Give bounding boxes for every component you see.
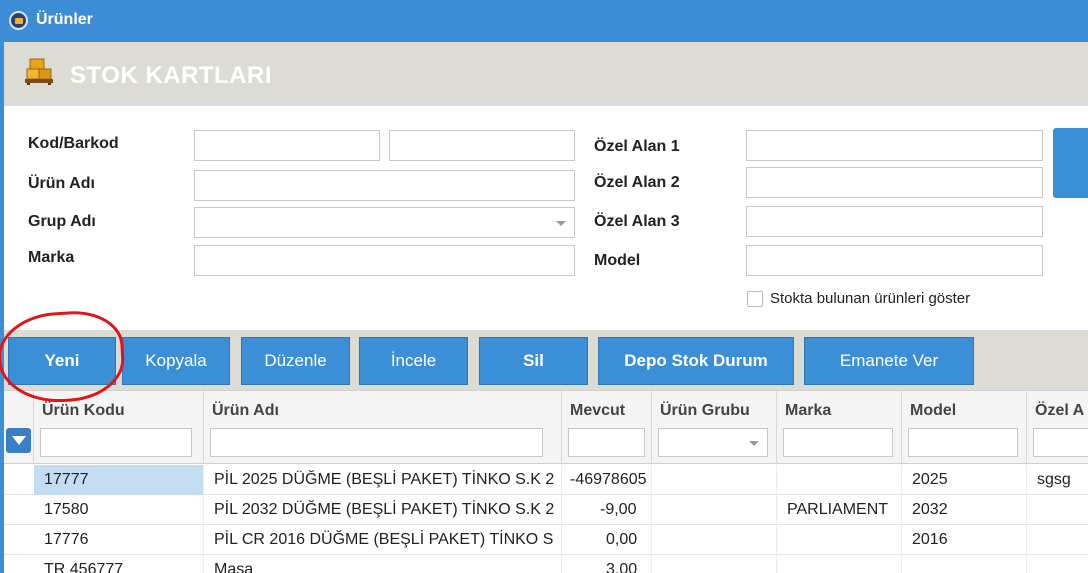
ozel-alan-1-input[interactable] (746, 130, 1043, 161)
cell-urun-grubu[interactable] (652, 555, 777, 573)
chevron-down-icon (749, 441, 759, 446)
marka-input[interactable] (194, 245, 575, 276)
cell-urun-adi[interactable]: PİL 2032 DÜĞME (BEŞLİ PAKET) TİNKO S.K 2 (204, 495, 562, 525)
duzenle-button[interactable]: Düzenle (241, 337, 350, 385)
search-button[interactable] (1053, 128, 1088, 198)
urun-adi-filter-input[interactable] (210, 428, 543, 457)
ozel-alan-3-label: Özel Alan 3 (594, 213, 680, 230)
app-icon (9, 11, 28, 30)
cell-ozel-alan[interactable] (1027, 525, 1088, 555)
kod-barkod-input-start[interactable] (194, 130, 380, 161)
col-urun-kodu[interactable]: Ürün Kodu (34, 391, 204, 464)
model-label: Model (594, 252, 641, 269)
row-selector-header (4, 391, 34, 464)
col-marka-label: Marka (785, 402, 832, 419)
stock-only-checkbox[interactable] (747, 291, 763, 307)
cell-marka[interactable] (777, 555, 902, 573)
table-row[interactable]: TR 456777 Masa 3,00 (4, 555, 1088, 573)
cell-mevcut[interactable]: -46978605 (562, 465, 652, 495)
depo-stok-durum-button[interactable]: Depo Stok Durum (598, 337, 794, 385)
cell-model[interactable] (902, 555, 1027, 573)
col-urun-kodu-label: Ürün Kodu (42, 402, 125, 419)
incele-button[interactable]: İncele (359, 337, 468, 385)
cell-ozel-alan[interactable] (1027, 495, 1088, 525)
cell-urun-adi[interactable]: Masa (204, 555, 562, 573)
urun-adi-label: Ürün Adı (28, 175, 95, 192)
cell-marka[interactable]: PARLIAMENT (777, 495, 902, 525)
col-urun-grubu-label: Ürün Grubu (660, 402, 750, 419)
cell-mevcut[interactable]: 3,00 (562, 555, 652, 573)
col-urun-grubu[interactable]: Ürün Grubu (652, 391, 777, 464)
cell-model[interactable]: 2025 (902, 465, 1027, 495)
ozel-alan-2-input[interactable] (746, 167, 1043, 198)
col-ozel-alan-label: Özel A (1035, 402, 1085, 419)
page-header: STOK KARTLARI (4, 42, 1088, 106)
ozel-alan-1-label: Özel Alan 1 (594, 138, 680, 155)
cell-urun-kodu[interactable]: 17580 (34, 495, 204, 525)
products-grid: Ürün Kodu Ürün Adı Mevcut Ürün Grubu Mar… (4, 390, 1088, 573)
page-title: STOK KARTLARI (70, 62, 273, 89)
col-model[interactable]: Model (902, 391, 1027, 464)
chevron-down-icon (556, 221, 566, 226)
marka-filter-input[interactable] (783, 428, 893, 457)
marka-label: Marka (28, 249, 75, 266)
cell-urun-adi[interactable]: PİL 2025 DÜĞME (BEŞLİ PAKET) TİNKO S.K 2 (204, 465, 562, 495)
cell-urun-grubu[interactable] (652, 495, 777, 525)
stock-only-label: Stokta bulunan ürünleri göster (770, 290, 971, 307)
urun-grubu-filter-select[interactable] (658, 428, 768, 457)
col-mevcut[interactable]: Mevcut (562, 391, 652, 464)
main-window: STOK KARTLARI Kod/Barkod Ürün Adı Grup A… (0, 42, 1088, 573)
urun-kodu-filter-input[interactable] (40, 428, 192, 457)
cell-ozel-alan[interactable] (1027, 555, 1088, 573)
ozel-alan-2-label: Özel Alan 2 (594, 174, 680, 191)
table-row[interactable]: 17777 PİL 2025 DÜĞME (BEŞLİ PAKET) TİNKO… (4, 465, 1088, 495)
table-row[interactable]: 17776 PİL CR 2016 DÜĞME (BEŞLİ PAKET) Tİ… (4, 525, 1088, 555)
yeni-button[interactable]: Yeni (8, 337, 116, 385)
ozel-alan-filter-input[interactable] (1033, 428, 1088, 457)
model-filter-input[interactable] (908, 428, 1018, 457)
stock-boxes-icon (25, 58, 53, 85)
urun-adi-input[interactable] (194, 170, 575, 201)
cell-ozel-alan[interactable]: sgsg (1027, 465, 1088, 495)
kod-barkod-label: Kod/Barkod (28, 135, 119, 152)
kod-barkod-input-end[interactable] (389, 130, 575, 161)
title-bar: Ürünler (0, 0, 1088, 42)
filter-icon[interactable] (6, 428, 31, 453)
window-title: Ürünler (36, 11, 93, 28)
col-urun-adi[interactable]: Ürün Adı (204, 391, 562, 464)
cell-urun-grubu[interactable] (652, 465, 777, 495)
emanete-ver-button[interactable]: Emanete Ver (804, 337, 974, 385)
cell-marka[interactable] (777, 525, 902, 555)
model-input[interactable] (746, 245, 1043, 276)
cell-model[interactable]: 2032 (902, 495, 1027, 525)
grup-adi-select[interactable] (194, 207, 575, 238)
col-urun-adi-label: Ürün Adı (212, 402, 279, 419)
col-ozel-alan[interactable]: Özel A (1027, 391, 1088, 464)
ozel-alan-3-input[interactable] (746, 206, 1043, 237)
col-mevcut-label: Mevcut (570, 402, 626, 419)
cell-model[interactable]: 2016 (902, 525, 1027, 555)
cell-urun-kodu[interactable]: 17776 (34, 525, 204, 555)
col-marka[interactable]: Marka (777, 391, 902, 464)
sil-button[interactable]: Sil (479, 337, 588, 385)
cell-mevcut[interactable]: 0,00 (562, 525, 652, 555)
cell-urun-kodu[interactable]: 17777 (34, 465, 204, 495)
cell-marka[interactable] (777, 465, 902, 495)
cell-urun-adi[interactable]: PİL CR 2016 DÜĞME (BEŞLİ PAKET) TİNKO S (204, 525, 562, 555)
cell-mevcut[interactable]: -9,00 (562, 495, 652, 525)
cell-urun-kodu[interactable]: TR 456777 (34, 555, 204, 573)
col-model-label: Model (910, 402, 957, 419)
mevcut-filter-input[interactable] (568, 428, 645, 457)
cell-urun-grubu[interactable] (652, 525, 777, 555)
kopyala-button[interactable]: Kopyala (122, 337, 230, 385)
table-row[interactable]: 17580 PİL 2032 DÜĞME (BEŞLİ PAKET) TİNKO… (4, 495, 1088, 525)
grup-adi-label: Grup Adı (28, 213, 96, 230)
